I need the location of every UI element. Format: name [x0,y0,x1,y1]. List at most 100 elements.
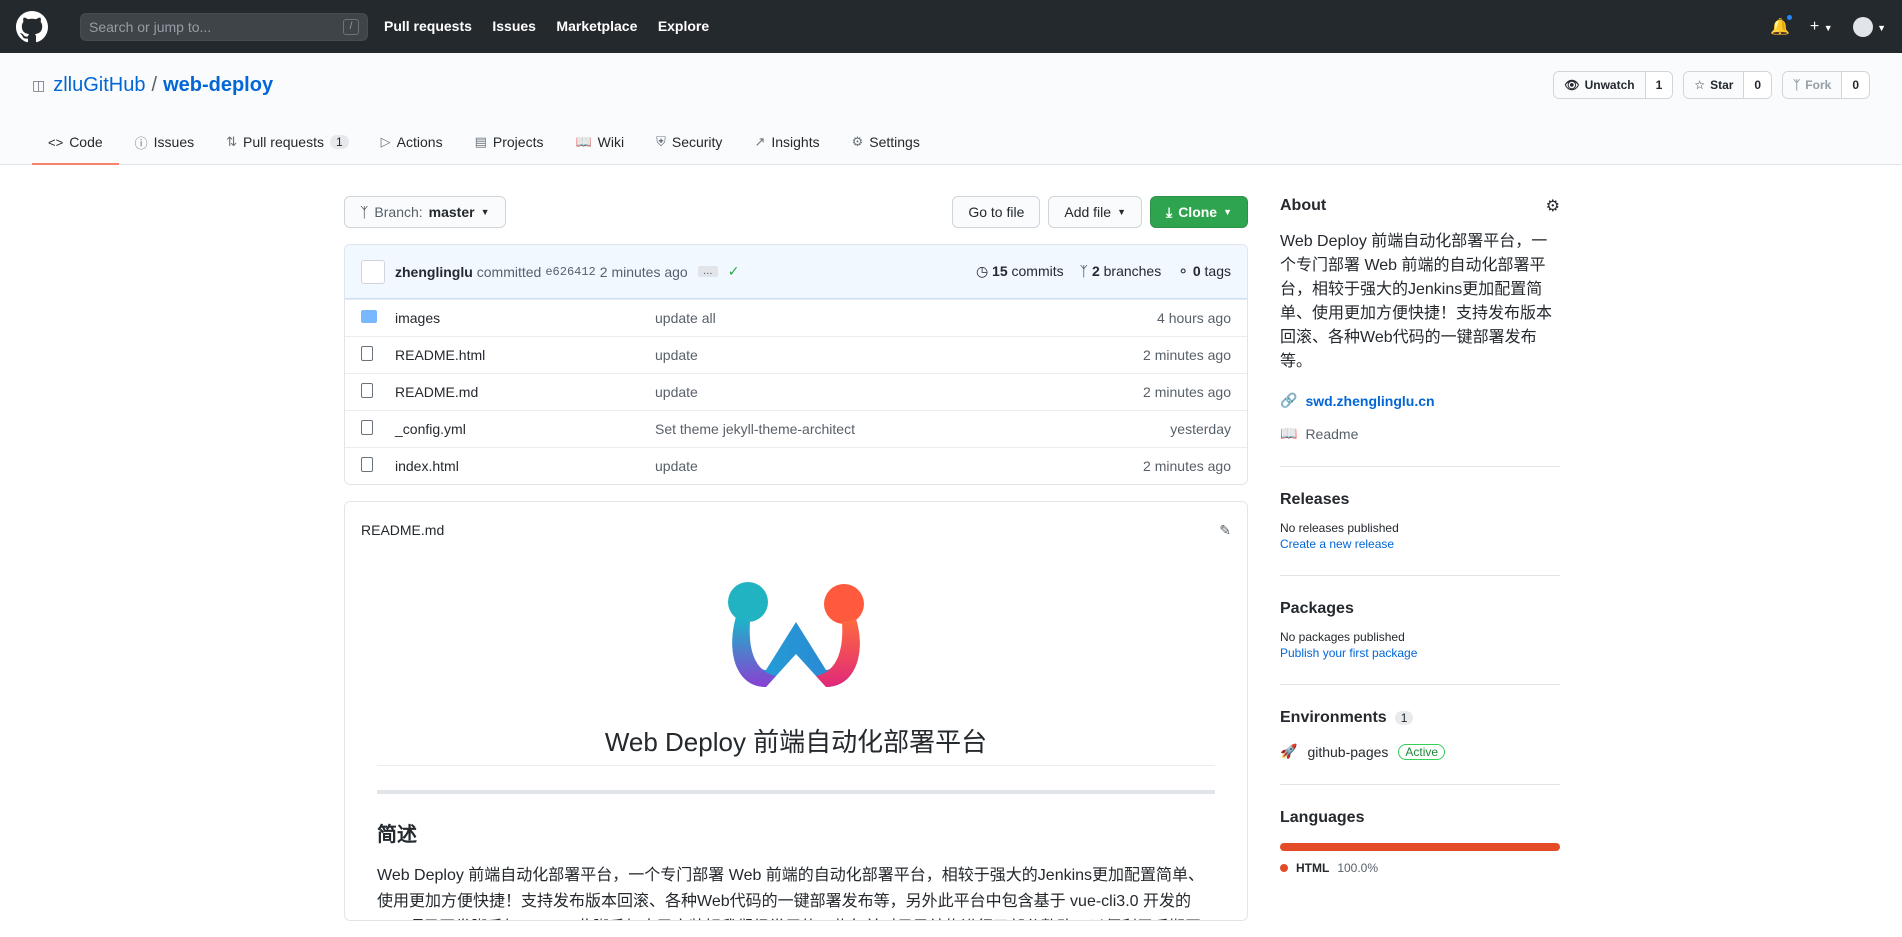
nav-issues[interactable]: Issues [492,18,536,34]
file-row[interactable]: images update all 4 hours ago [345,299,1247,336]
notification-dot [1784,12,1794,22]
bell-icon[interactable]: 🔔 [1770,12,1794,37]
publish-package-link[interactable]: Publish your first package [1280,646,1417,660]
branches-link[interactable]: ᛉ 2 branches [1080,263,1162,280]
languages-title: Languages [1280,809,1365,826]
fork-label: Fork [1805,78,1832,92]
commit-sha[interactable]: e626412 [545,265,595,279]
file-row[interactable]: _config.yml Set theme jekyll-theme-archit… [345,410,1247,447]
tab-pull-requests[interactable]: ⇅ Pull requests 1 [210,121,365,165]
tab-label: Actions [396,134,443,150]
eye-icon: 👁 [1564,78,1580,92]
file-age: 2 minutes ago [1143,458,1231,474]
committer-avatar[interactable] [361,259,385,284]
tab-insights[interactable]: ↗ Insights [738,121,835,165]
repo-tabs: <> Code ⓘ Issues ⇅ Pull requests 1 ▷ Actions … [32,121,936,165]
sidebar: About ⚙ Web Deploy 前端自动化部署平台，一个专门部署 Web 前… [1280,196,1560,875]
tab-projects[interactable]: ▤ Projects [459,121,560,165]
link-icon: 🔗 [1280,392,1298,408]
commit-author[interactable]: zhenglinglu [395,264,473,280]
file-row[interactable]: README.md update 2 minutes ago [345,373,1247,410]
global-header: / Pull requests Issues Marketplace Explo… [0,0,1902,53]
repo-stats: ◷ 15 commits ᛉ 2 branches ⚬ 0 tags [976,263,1231,280]
branch-select[interactable]: ᛉ Branch: master ▼ [344,196,506,228]
unwatch-button[interactable]: 👁 Unwatch [1554,72,1646,98]
search-box[interactable]: / [80,12,368,41]
file-commit-message[interactable]: update all [655,310,1157,326]
file-row[interactable]: index.html update 2 minutes ago [345,447,1247,484]
download-icon: ⤓ [1165,203,1173,220]
file-commit-message[interactable]: Set theme jekyll-theme-architect [655,421,1170,437]
plus-dropdown-icon[interactable]: + ▼ [1810,18,1833,36]
create-release-link[interactable]: Create a new release [1280,537,1394,551]
branches-label: branches [1103,263,1162,279]
star-button[interactable]: ☆ Star [1684,72,1745,98]
check-icon[interactable]: ✓ [728,263,740,280]
tags-link[interactable]: ⚬ 0 tags [1177,263,1231,280]
commits-link[interactable]: ◷ 15 commits [976,263,1064,280]
nav-pull-requests[interactable]: Pull requests [384,18,472,34]
rocket-icon: 🚀 [1280,743,1298,759]
tab-code[interactable]: <> Code [32,121,119,165]
tab-wiki[interactable]: 📖 Wiki [559,121,640,165]
branch-icon: ᛉ [360,204,369,220]
user-menu[interactable]: ▼ [1852,16,1886,37]
repo-name-link[interactable]: web-deploy [163,74,273,97]
clone-button[interactable]: ⤓ Clone ▼ [1149,196,1248,228]
language-color-dot [1280,864,1288,872]
nav-marketplace[interactable]: Marketplace [556,18,637,34]
chevron-down-icon: ▼ [1223,207,1232,217]
file-row[interactable]: README.html update 2 minutes ago [345,336,1247,373]
file-name[interactable]: README.md [395,384,655,400]
file-name[interactable]: README.html [395,347,655,363]
language-item[interactable]: HTML 100.0% [1280,861,1560,875]
file-commit-message[interactable]: update [655,458,1143,474]
no-packages-text: No packages published [1280,630,1405,644]
packages-title[interactable]: Packages [1280,600,1560,618]
file-toolbar: ᛉ Branch: master ▼ Go to file Add file ▼ ⤓ Cl… [344,196,1248,228]
watch-group: 👁 Unwatch 1 [1553,71,1674,99]
language-name: HTML [1296,861,1330,875]
star-icon: ☆ [1694,78,1706,92]
file-name[interactable]: images [395,310,655,326]
file-name[interactable]: _config.yml [395,421,655,437]
fork-count[interactable]: 0 [1842,72,1869,98]
tab-actions[interactable]: ▷ Actions [365,121,459,165]
branch-prefix: Branch: [374,204,423,220]
nav-explore[interactable]: Explore [658,18,709,34]
repo-owner-link[interactable]: zlluGitHub [53,74,145,97]
tab-issues[interactable]: ⓘ Issues [119,121,210,165]
search-input[interactable] [89,18,319,35]
file-age: 2 minutes ago [1143,384,1231,400]
tab-settings[interactable]: ⚙ Settings [836,121,936,165]
tab-label: Code [69,134,103,150]
commits-count: 15 [992,263,1008,279]
homepage-link-row: 🔗 swd.zhenglinglu.cn [1280,392,1560,409]
environments-heading[interactable]: Environments 1 [1280,709,1560,727]
file-name[interactable]: index.html [395,458,655,474]
fork-button[interactable]: ᛉ Fork [1783,72,1843,98]
homepage-link[interactable]: swd.zhenglinglu.cn [1305,393,1434,409]
releases-title[interactable]: Releases [1280,491,1560,509]
commit-expand-button[interactable]: … [697,266,718,277]
watch-count[interactable]: 1 [1645,72,1673,98]
tab-label: Pull requests [243,134,324,150]
global-nav: Pull requests Issues Marketplace Explore [384,18,725,36]
gear-icon[interactable]: ⚙ [1546,196,1560,216]
github-logo-icon[interactable] [16,10,48,43]
environment-row[interactable]: 🚀 github-pages Active [1280,743,1560,760]
tab-label: Issues [153,134,195,150]
file-commit-message[interactable]: update [655,384,1143,400]
go-to-file-button[interactable]: Go to file [952,196,1041,228]
readme-link[interactable]: 📖 Readme [1280,425,1560,442]
environments-title: Environments [1280,709,1387,726]
unwatch-label: Unwatch [1584,78,1635,92]
gear-icon: ⚙ [851,134,864,149]
star-count[interactable]: 0 [1744,72,1772,98]
pencil-icon[interactable]: ✎ [1219,522,1231,539]
file-commit-message[interactable]: update [655,347,1143,363]
add-file-button[interactable]: Add file ▼ [1048,196,1142,228]
environment-name[interactable]: github-pages [1307,744,1388,760]
tab-security[interactable]: ⛨ Security [640,121,738,165]
fork-group: ᛉ Fork 0 [1782,71,1870,99]
